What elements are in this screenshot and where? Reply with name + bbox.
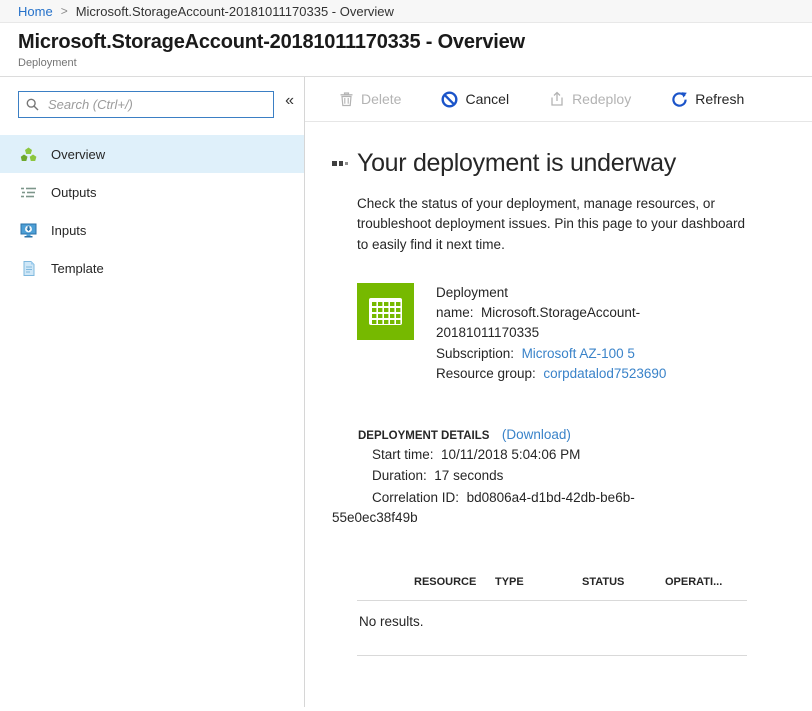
column-header-status: STATUS (582, 576, 665, 588)
column-header-type: TYPE (495, 576, 582, 588)
page-header: Microsoft.StorageAccount-20181011170335 … (0, 23, 812, 77)
deployment-details-section: DEPLOYMENT DETAILS (Download) Start time… (332, 426, 674, 528)
redeploy-button[interactable]: Redeploy (549, 91, 631, 107)
search-box (18, 91, 274, 118)
page-title: Microsoft.StorageAccount-20181011170335 … (18, 31, 794, 54)
start-time-line: Start time: 10/11/2018 5:04:06 PM (332, 445, 674, 465)
sidebar-item-outputs[interactable]: Outputs (0, 173, 304, 211)
delete-button-label: Delete (361, 91, 401, 107)
main-panel: Delete Cancel (305, 77, 812, 707)
breadcrumb-separator: > (61, 4, 68, 18)
breadcrumb-home-link[interactable]: Home (18, 4, 53, 19)
deployment-info: Deployment name: Microsoft.StorageAccoun… (436, 283, 710, 384)
deployment-resource-icon (357, 283, 414, 340)
trash-icon (339, 91, 354, 107)
sidebar-item-label: Overview (51, 147, 105, 162)
subscription-link[interactable]: Microsoft AZ-100 5 (522, 346, 635, 361)
deployment-details-heading: DEPLOYMENT DETAILS (358, 430, 489, 442)
deployment-description: Check the status of your deployment, man… (357, 194, 751, 255)
search-input[interactable] (46, 96, 266, 113)
breadcrumb: Home > Microsoft.StorageAccount-20181011… (0, 0, 812, 23)
breadcrumb-current: Microsoft.StorageAccount-20181011170335 … (76, 4, 394, 19)
column-header-resource: RESOURCE (414, 576, 495, 588)
column-header-operation: OPERATI... (665, 576, 747, 588)
sidebar-collapse-button[interactable]: « (283, 91, 296, 111)
delete-button[interactable]: Delete (339, 91, 401, 107)
download-link[interactable]: (Download) (502, 427, 571, 442)
redeploy-upload-icon (549, 91, 565, 107)
sidebar-item-template[interactable]: Template (0, 249, 304, 287)
refresh-icon (671, 91, 688, 108)
start-time-value: 10/11/2018 5:04:06 PM (441, 447, 580, 462)
deployment-status-heading: Your deployment is underway (357, 149, 676, 178)
resource-table-header: RESOURCE TYPE STATUS OPERATI... (357, 576, 747, 588)
correlation-id-line: Correlation ID: bd0806a4-d1bd-42db-be6b-… (332, 488, 674, 529)
refresh-button-label: Refresh (695, 91, 744, 107)
deployment-resource-group-line: Resource group: corpdatalod7523690 (436, 364, 710, 384)
cancel-prohibit-icon (441, 91, 458, 108)
deployment-subscription-line: Subscription: Microsoft AZ-100 5 (436, 344, 710, 364)
table-empty-message: No results. (357, 601, 747, 643)
deployment-name-line: name: Microsoft.StorageAccount-201810111… (436, 303, 710, 344)
page-subtitle: Deployment (18, 57, 794, 69)
toolbar: Delete Cancel (305, 77, 812, 122)
sidebar-nav: Overview Outputs (0, 135, 304, 287)
resource-group-link[interactable]: corpdatalod7523690 (543, 366, 666, 381)
duration-line: Duration: 17 seconds (332, 466, 674, 486)
redeploy-button-label: Redeploy (572, 91, 631, 107)
search-icon (26, 98, 39, 111)
sidebar-item-label: Template (51, 261, 104, 276)
resource-table: RESOURCE TYPE STATUS OPERATI... No resul… (357, 576, 747, 656)
document-icon (20, 260, 37, 277)
resource-cluster-icon (20, 146, 37, 163)
deployment-overview-content: Your deployment is underway Check the st… (305, 122, 812, 656)
sidebar-item-label: Outputs (51, 185, 97, 200)
sidebar: « Overview (0, 77, 305, 707)
sidebar-item-overview[interactable]: Overview (0, 135, 304, 173)
deployment-info-title: Deployment (436, 283, 710, 303)
sidebar-item-inputs[interactable]: Inputs (0, 211, 304, 249)
monitor-input-icon (20, 222, 37, 239)
list-icon (20, 184, 37, 201)
refresh-button[interactable]: Refresh (671, 91, 744, 108)
duration-value: 17 seconds (434, 468, 503, 483)
table-divider-bottom (357, 655, 747, 656)
sidebar-item-label: Inputs (51, 223, 86, 238)
deployment-progress-icon (332, 161, 348, 166)
cancel-button[interactable]: Cancel (441, 91, 509, 108)
cancel-button-label: Cancel (465, 91, 509, 107)
